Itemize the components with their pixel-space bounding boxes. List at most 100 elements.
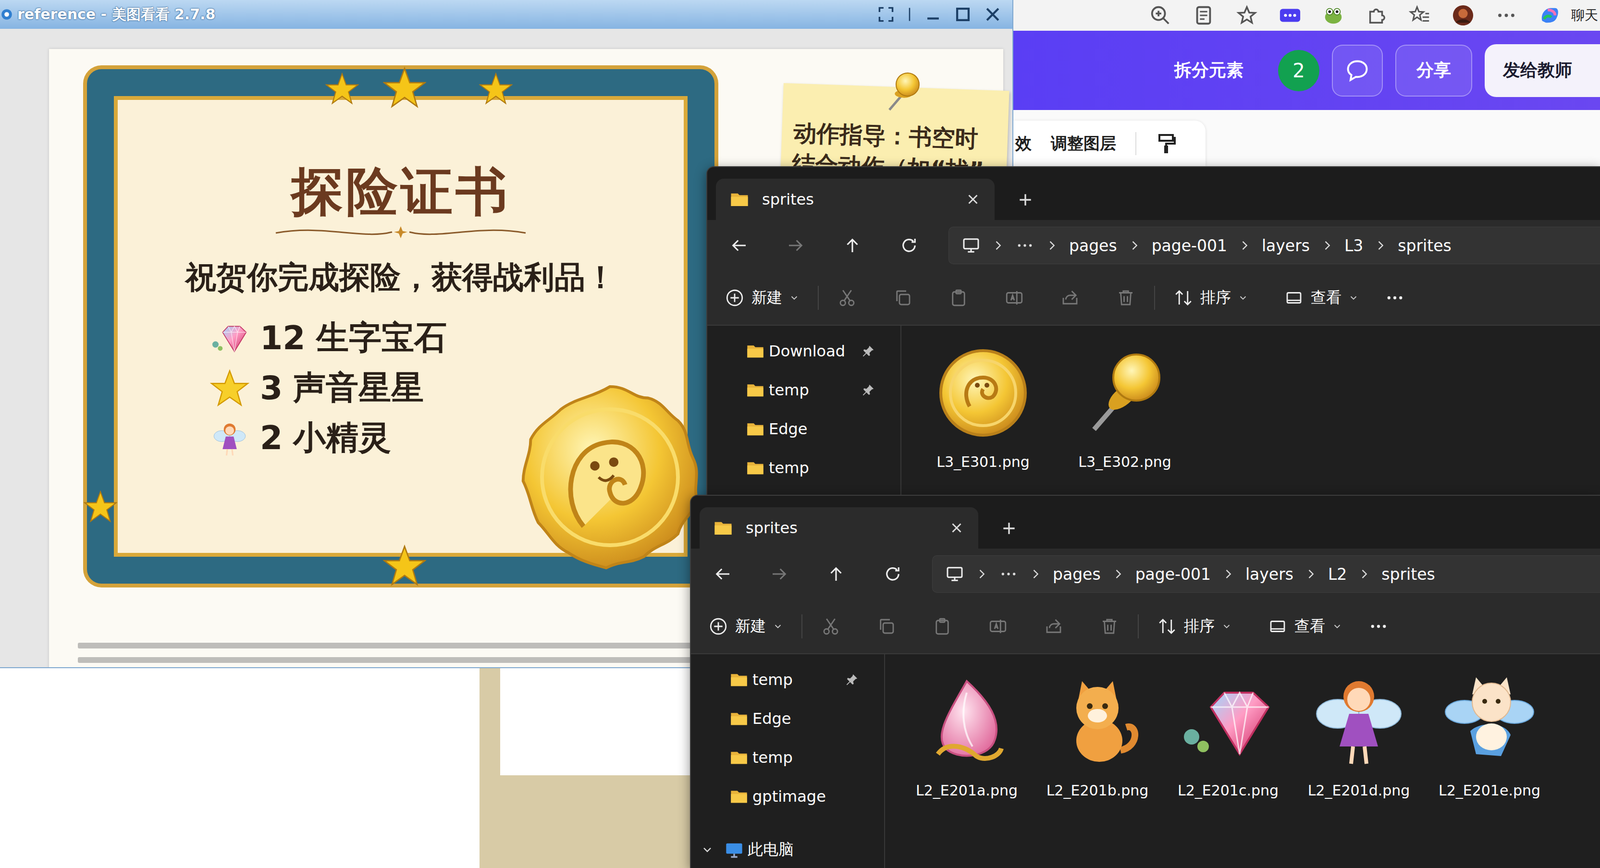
tool-button[interactable]: 调整图层	[1050, 132, 1117, 155]
file-item[interactable]: L2_E201d.png	[1293, 673, 1425, 800]
chevron-right-icon	[1028, 567, 1043, 581]
file-item[interactable]: L2_E201c.png	[1162, 673, 1294, 800]
new-button[interactable]: 新建	[724, 287, 800, 309]
close-icon[interactable]	[964, 191, 982, 208]
new-button[interactable]: 新建	[708, 615, 784, 638]
plus-icon[interactable]	[1015, 190, 1035, 210]
app-logo-icon	[0, 8, 13, 21]
breadcrumb-item[interactable]: sprites	[1381, 565, 1435, 584]
monitor-icon	[945, 564, 965, 584]
tool-button[interactable]: 效	[1015, 132, 1032, 155]
rename-icon[interactable]	[1004, 287, 1025, 308]
share-icon[interactable]	[1059, 287, 1081, 308]
refresh-icon[interactable]	[898, 235, 920, 256]
more-icon[interactable]	[1495, 4, 1518, 27]
more-icon[interactable]	[1015, 235, 1035, 256]
computer-icon	[724, 840, 744, 860]
address-bar[interactable]: pages page-001 layers L3 sprites	[948, 226, 1600, 265]
file-item[interactable]: L3_E302.png	[1057, 344, 1193, 471]
this-pc-item[interactable]: 此电脑	[690, 830, 885, 868]
sidebar-item[interactable]: Edge	[690, 699, 885, 739]
view-layout-icon	[1267, 616, 1288, 637]
fullscreen-icon[interactable]	[877, 6, 895, 23]
back-arrow-icon[interactable]	[728, 235, 750, 256]
navigation-pane: tempEdgetempgptimage此电脑	[690, 654, 886, 868]
split-elements-button[interactable]: 拆分元素	[1174, 58, 1244, 83]
view-button[interactable]: 查看	[1283, 287, 1359, 309]
up-arrow-icon[interactable]	[825, 564, 847, 585]
copy-icon[interactable]	[892, 287, 913, 308]
minimize-icon[interactable]	[924, 6, 942, 23]
pin-icon[interactable]	[861, 382, 876, 398]
chat-label[interactable]: 聊天	[1571, 6, 1599, 25]
forward-arrow-icon[interactable]	[769, 564, 790, 585]
up-arrow-icon[interactable]	[842, 235, 863, 256]
rename-icon[interactable]	[987, 616, 1009, 637]
back-arrow-icon[interactable]	[712, 564, 733, 585]
paste-icon[interactable]	[932, 616, 953, 637]
star-icon[interactable]	[1235, 4, 1258, 27]
breadcrumb-item[interactable]: L2	[1328, 565, 1347, 584]
copy-icon[interactable]	[876, 616, 897, 637]
refresh-icon[interactable]	[882, 564, 903, 585]
trash-icon[interactable]	[1115, 287, 1136, 308]
reader-icon[interactable]	[1192, 4, 1215, 27]
sidebar-item[interactable]: temp	[707, 370, 901, 410]
breadcrumb-item[interactable]: L3	[1344, 236, 1364, 256]
share-button[interactable]: 分享	[1395, 44, 1473, 97]
sidebar-item[interactable]: temp	[707, 448, 901, 488]
more-icon[interactable]	[1368, 616, 1389, 637]
file-item[interactable]: L3_E301.png	[915, 344, 1051, 471]
more-icon[interactable]	[1384, 287, 1405, 308]
pin-icon[interactable]	[844, 672, 860, 688]
file-item[interactable]: L2_E201e.png	[1424, 673, 1555, 800]
favorites-icon[interactable]	[1408, 4, 1431, 27]
breadcrumb-item[interactable]: layers	[1245, 565, 1294, 584]
extension-dots-icon[interactable]	[1279, 4, 1302, 27]
maximize-icon[interactable]	[954, 6, 972, 23]
caption-line	[77, 642, 713, 649]
trash-icon[interactable]	[1099, 616, 1120, 637]
avatar-icon[interactable]	[1452, 4, 1475, 27]
sidebar-item[interactable]: temp	[690, 738, 885, 777]
format-brush-icon[interactable]	[1155, 132, 1179, 156]
forward-arrow-icon[interactable]	[785, 235, 806, 256]
tab[interactable]: sprites	[715, 178, 995, 221]
pin-icon[interactable]	[861, 344, 876, 359]
share-icon[interactable]	[1043, 616, 1064, 637]
close-icon[interactable]	[984, 6, 1001, 23]
chat-button[interactable]	[1331, 44, 1383, 97]
sidebar-item[interactable]: gptimage	[690, 776, 885, 816]
sidebar-item[interactable]: temp	[690, 660, 885, 700]
cut-icon[interactable]	[836, 287, 858, 308]
close-icon[interactable]	[948, 519, 965, 537]
plus-icon[interactable]	[999, 518, 1019, 539]
breadcrumb-item[interactable]: layers	[1261, 236, 1310, 256]
file-item[interactable]: L2_E201b.png	[1032, 673, 1163, 800]
send-to-teacher-button[interactable]: 发给教师	[1484, 44, 1600, 98]
frog-icon[interactable]	[1322, 4, 1345, 27]
sidebar-item[interactable]: Download	[707, 331, 901, 371]
separator	[801, 614, 803, 639]
file-item[interactable]: L2_E201a.png	[901, 673, 1033, 800]
breadcrumb-item[interactable]: pages	[1052, 565, 1101, 584]
tab[interactable]: sprites	[699, 507, 979, 549]
breadcrumb-item[interactable]: sprites	[1397, 236, 1452, 256]
sort-button[interactable]: 排序	[1156, 615, 1232, 638]
more-icon[interactable]	[998, 564, 1019, 584]
sidebar-item[interactable]: Edge	[707, 409, 901, 449]
folder-icon	[745, 419, 765, 439]
paste-icon[interactable]	[948, 287, 969, 308]
breadcrumb-item[interactable]: pages	[1069, 236, 1118, 256]
cut-icon[interactable]	[820, 616, 841, 637]
chevron-down-icon[interactable]	[700, 843, 714, 857]
sort-button[interactable]: 排序	[1173, 287, 1249, 309]
view-button[interactable]: 查看	[1267, 615, 1343, 638]
puzzle-icon[interactable]	[1365, 4, 1388, 27]
address-bar[interactable]: pages page-001 layers L2 sprites	[932, 555, 1600, 593]
breadcrumb-item[interactable]: page-001	[1151, 236, 1228, 256]
address-row: pages page-001 layers L3 sprites	[707, 220, 1600, 271]
breadcrumb-item[interactable]: page-001	[1135, 565, 1211, 584]
copilot-icon[interactable]	[1538, 4, 1561, 27]
zoom-icon[interactable]	[1149, 4, 1172, 27]
